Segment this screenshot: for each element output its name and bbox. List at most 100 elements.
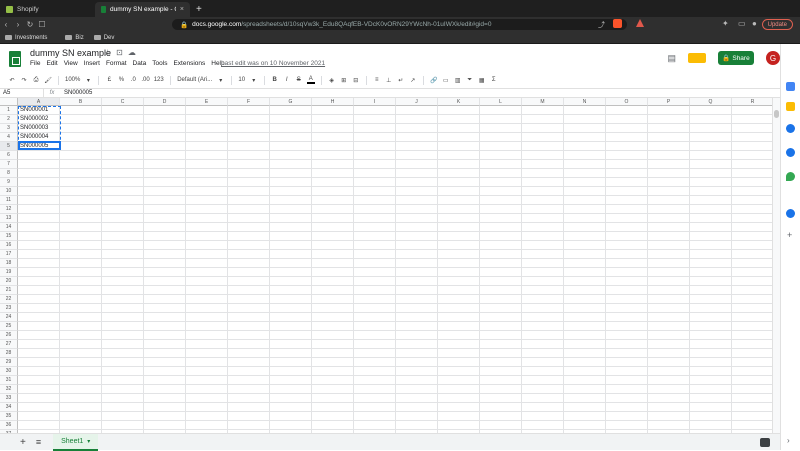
cell-j14[interactable] <box>396 223 438 232</box>
star-icon[interactable]: ☆ <box>104 48 111 57</box>
cell-l5[interactable] <box>480 142 522 151</box>
cell-b20[interactable] <box>60 277 102 286</box>
cell-f31[interactable] <box>228 376 270 385</box>
cell-m32[interactable] <box>522 385 564 394</box>
cell-k29[interactable] <box>438 358 480 367</box>
cell-h9[interactable] <box>312 178 354 187</box>
filter-views-icon[interactable]: ▦ <box>478 77 486 84</box>
cell-i7[interactable] <box>354 160 396 169</box>
cell-h25[interactable] <box>312 322 354 331</box>
cell-i8[interactable] <box>354 169 396 178</box>
spreadsheet-grid[interactable]: A B C D E F G H I J K L M N O P Q R 1 SN000001 2 SN000002 3 SN0… <box>0 98 772 433</box>
cell-c34[interactable] <box>102 403 144 412</box>
cell-c25[interactable] <box>102 322 144 331</box>
insert-comment-icon[interactable]: ▭ <box>442 77 450 84</box>
cell-j34[interactable] <box>396 403 438 412</box>
cell-n22[interactable] <box>564 295 606 304</box>
cell-h28[interactable] <box>312 349 354 358</box>
column-header-j[interactable]: J <box>396 98 438 106</box>
cell-m5[interactable] <box>522 142 564 151</box>
menu-view[interactable]: View <box>64 60 78 67</box>
cell-n4[interactable] <box>564 133 606 142</box>
cell-e2[interactable] <box>186 115 228 124</box>
cell-o32[interactable] <box>606 385 648 394</box>
cell-d13[interactable] <box>144 214 186 223</box>
cell-n6[interactable] <box>564 151 606 160</box>
cell-m18[interactable] <box>522 259 564 268</box>
cell-c14[interactable] <box>102 223 144 232</box>
column-header-r[interactable]: R <box>732 98 772 106</box>
cell-a20[interactable] <box>18 277 60 286</box>
move-folder-icon[interactable]: ⊡ <box>116 48 123 57</box>
cell-l30[interactable] <box>480 367 522 376</box>
cell-b32[interactable] <box>60 385 102 394</box>
cell-h18[interactable] <box>312 259 354 268</box>
cell-p18[interactable] <box>648 259 690 268</box>
cell-c9[interactable] <box>102 178 144 187</box>
column-header-h[interactable]: H <box>312 98 354 106</box>
cell-p27[interactable] <box>648 340 690 349</box>
cell-f13[interactable] <box>228 214 270 223</box>
cell-b8[interactable] <box>60 169 102 178</box>
cell-k11[interactable] <box>438 196 480 205</box>
cell-d15[interactable] <box>144 232 186 241</box>
cell-c24[interactable] <box>102 313 144 322</box>
cell-i14[interactable] <box>354 223 396 232</box>
row-header-11[interactable]: 11 <box>0 196 18 205</box>
cell-e1[interactable] <box>186 106 228 115</box>
cell-m10[interactable] <box>522 187 564 196</box>
cell-r13[interactable] <box>732 214 772 223</box>
cell-h20[interactable] <box>312 277 354 286</box>
add-sheet-button[interactable]: + <box>20 437 26 448</box>
cell-k32[interactable] <box>438 385 480 394</box>
cell-m15[interactable] <box>522 232 564 241</box>
cell-h21[interactable] <box>312 286 354 295</box>
cell-r16[interactable] <box>732 241 772 250</box>
cell-k36[interactable] <box>438 421 480 430</box>
menu-data[interactable]: Data <box>133 60 147 67</box>
cell-d2[interactable] <box>144 115 186 124</box>
cell-g21[interactable] <box>270 286 312 295</box>
cell-q3[interactable] <box>690 124 732 133</box>
cell-b13[interactable] <box>60 214 102 223</box>
cell-n35[interactable] <box>564 412 606 421</box>
cell-g4[interactable] <box>270 133 312 142</box>
cell-o10[interactable] <box>606 187 648 196</box>
cell-g16[interactable] <box>270 241 312 250</box>
cell-f11[interactable] <box>228 196 270 205</box>
cell-r9[interactable] <box>732 178 772 187</box>
cell-a29[interactable] <box>18 358 60 367</box>
cell-b1[interactable] <box>60 106 102 115</box>
cell-d16[interactable] <box>144 241 186 250</box>
cell-f5[interactable] <box>228 142 270 151</box>
italic-button[interactable]: I <box>283 77 291 83</box>
cell-e36[interactable] <box>186 421 228 430</box>
strikethrough-button[interactable]: S <box>295 77 303 83</box>
cell-c26[interactable] <box>102 331 144 340</box>
cell-n3[interactable] <box>564 124 606 133</box>
cell-p15[interactable] <box>648 232 690 241</box>
cell-n10[interactable] <box>564 187 606 196</box>
cell-h31[interactable] <box>312 376 354 385</box>
decrease-decimal-button[interactable]: .0 <box>129 77 137 83</box>
browser-tab-shopify[interactable]: Shopify <box>0 2 95 17</box>
column-header-a[interactable]: A <box>18 98 60 106</box>
row-header-1[interactable]: 1 <box>0 106 18 115</box>
back-icon[interactable]: ‹ <box>0 20 12 29</box>
cell-a7[interactable] <box>18 160 60 169</box>
cell-h4[interactable] <box>312 133 354 142</box>
cell-g35[interactable] <box>270 412 312 421</box>
cell-n19[interactable] <box>564 268 606 277</box>
cell-m35[interactable] <box>522 412 564 421</box>
cell-f27[interactable] <box>228 340 270 349</box>
cell-k1[interactable] <box>438 106 480 115</box>
cell-o1[interactable] <box>606 106 648 115</box>
cell-i23[interactable] <box>354 304 396 313</box>
cell-a34[interactable] <box>18 403 60 412</box>
cell-b7[interactable] <box>60 160 102 169</box>
cell-l15[interactable] <box>480 232 522 241</box>
cell-l36[interactable] <box>480 421 522 430</box>
cell-j22[interactable] <box>396 295 438 304</box>
cell-g22[interactable] <box>270 295 312 304</box>
cell-m29[interactable] <box>522 358 564 367</box>
